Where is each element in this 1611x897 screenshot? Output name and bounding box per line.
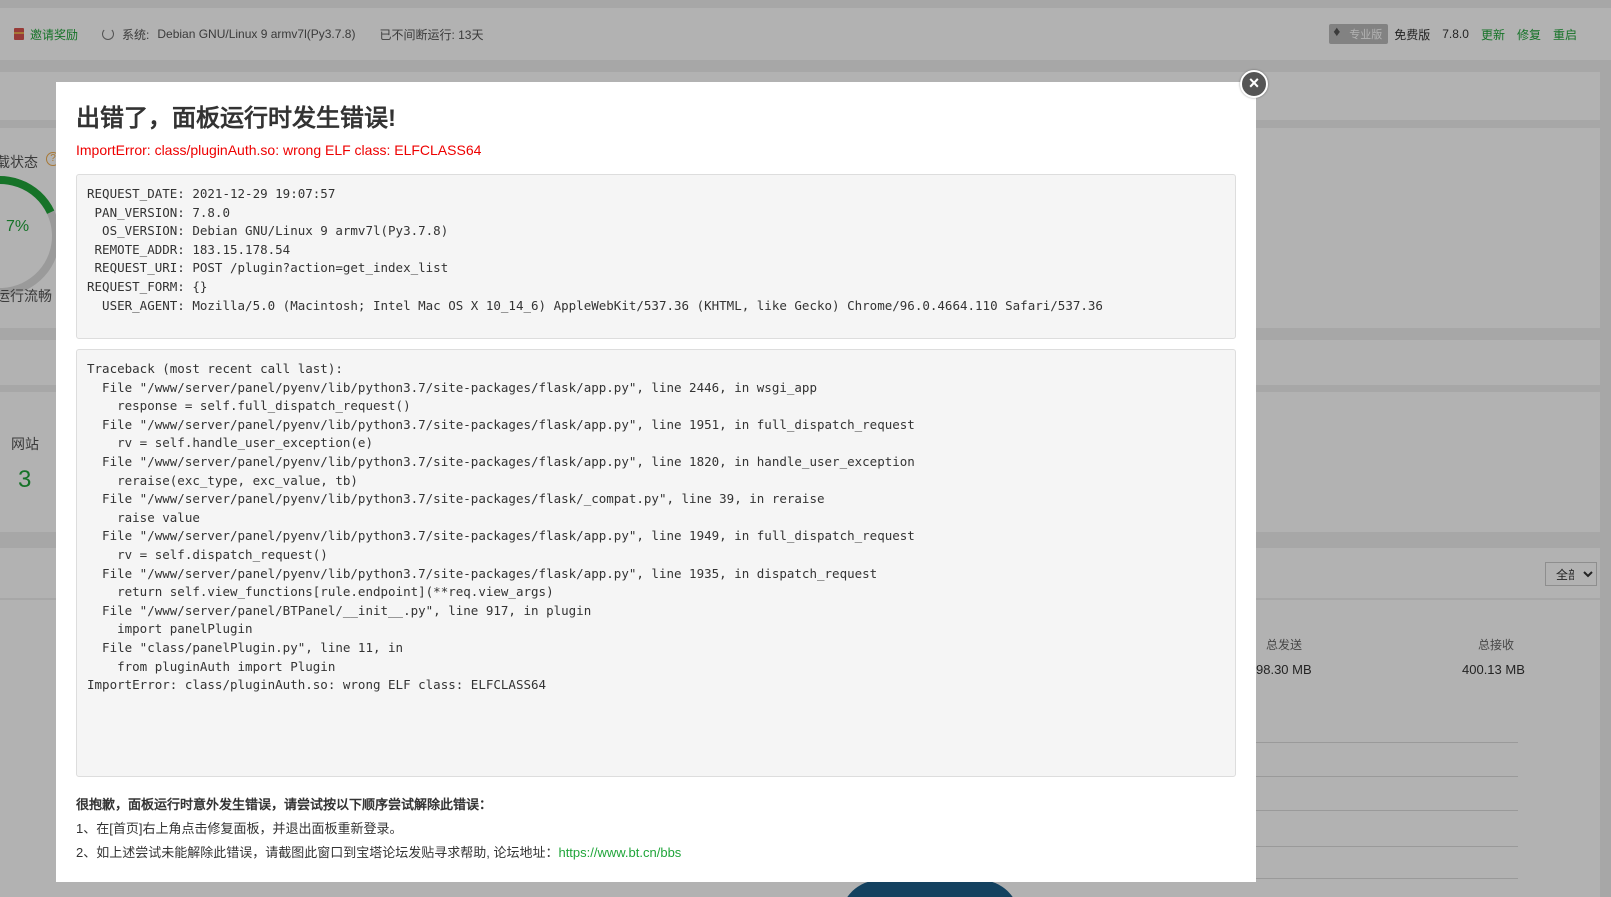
help-tips: 很抱歉，面板运行时意外发生错误，请尝试按以下顺序尝试解除此错误： 1、在[首页]… [76, 793, 1236, 865]
tips-title: 很抱歉，面板运行时意外发生错误，请尝试按以下顺序尝试解除此错误： [76, 797, 493, 812]
tip-step-2-text: 2、如上述尝试未能解除此错误，请截图此窗口到宝塔论坛发贴寻求帮助, 论坛地址： [76, 845, 559, 860]
dialog-title: 出错了，面板运行时发生错误! [76, 105, 396, 132]
close-icon[interactable]: × [1240, 70, 1268, 98]
error-dialog: 出错了，面板运行时发生错误! ImportError: class/plugin… [56, 82, 1256, 882]
forum-link[interactable]: https://www.bt.cn/bbs [558, 845, 681, 860]
request-info-box[interactable]: REQUEST_DATE: 2021-12-29 19:07:57 PAN_VE… [76, 174, 1236, 339]
tip-step-2: 2、如上述尝试未能解除此错误，请截图此窗口到宝塔论坛发贴寻求帮助, 论坛地址：h… [76, 841, 1236, 865]
error-summary: ImportError: class/pluginAuth.so: wrong … [76, 142, 482, 158]
tip-step-1: 1、在[首页]右上角点击修复面板，并退出面板重新登录。 [76, 821, 403, 836]
traceback-box[interactable]: Traceback (most recent call last): File … [76, 349, 1236, 777]
